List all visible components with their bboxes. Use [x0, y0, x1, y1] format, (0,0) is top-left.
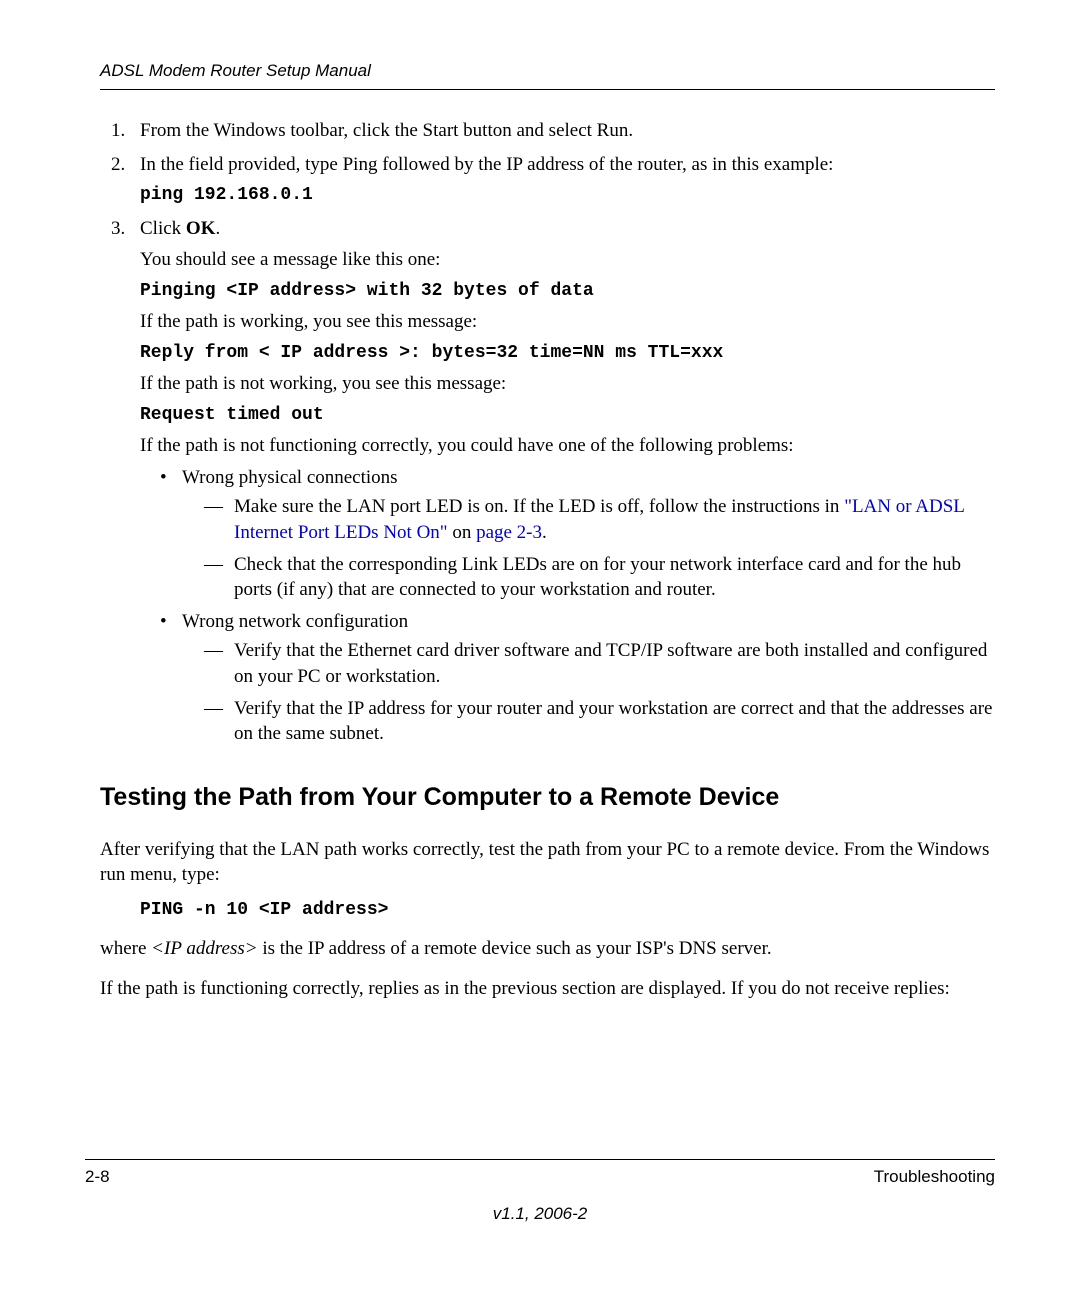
- page-header: ADSL Modem Router Setup Manual: [100, 60, 995, 90]
- timeout-output: Request timed out: [140, 403, 995, 427]
- footer-rule: [85, 1159, 995, 1160]
- para2-italic: <IP address>: [151, 938, 257, 959]
- ping-n-command: PING -n 10 <IP address>: [140, 898, 995, 922]
- page: ADSL Modem Router Setup Manual From the …: [0, 0, 1080, 1296]
- section-para1: After verifying that the LAN path works …: [100, 837, 995, 888]
- wrong-network-item: Wrong network configuration Verify that …: [160, 609, 995, 747]
- para2-suffix: is the IP address of a remote device suc…: [258, 938, 772, 959]
- wrong-physical-item: Wrong physical connections Make sure the…: [160, 465, 995, 603]
- click-suffix: .: [215, 218, 220, 239]
- list-item-3: Click OK. You should see a message like …: [130, 216, 995, 748]
- dash1-mid: on: [448, 522, 477, 543]
- dash-item-4: Verify that the IP address for your rout…: [204, 696, 995, 747]
- physical-sublist: Make sure the LAN port LED is on. If the…: [182, 494, 995, 603]
- footer-row: 2-8 Troubleshooting: [85, 1166, 995, 1189]
- footer-section-name: Troubleshooting: [874, 1166, 995, 1189]
- pinging-output: Pinging <IP address> with 32 bytes of da…: [140, 279, 995, 303]
- list-item-1: From the Windows toolbar, click the Star…: [130, 118, 995, 144]
- dash-item-3: Verify that the Ethernet card driver sof…: [204, 638, 995, 689]
- footer-page-number: 2-8: [85, 1166, 110, 1189]
- footer-version: v1.1, 2006-2: [85, 1203, 995, 1226]
- ping-command: ping 192.168.0.1: [140, 183, 995, 207]
- para2-prefix: where: [100, 938, 151, 959]
- problems-list: Wrong physical connections Make sure the…: [140, 465, 995, 747]
- network-sublist: Verify that the Ethernet card driver sof…: [182, 638, 995, 747]
- list-item-1-text: From the Windows toolbar, click the Star…: [140, 120, 633, 141]
- section-para2: where <IP address> is the IP address of …: [100, 936, 995, 962]
- path-working-text: If the path is working, you see this mes…: [140, 309, 995, 335]
- list-item-2: In the field provided, type Ping followe…: [130, 152, 995, 208]
- not-functioning-text: If the path is not functioning correctly…: [140, 433, 995, 459]
- reply-output: Reply from < IP address >: bytes=32 time…: [140, 341, 995, 365]
- dash2-text: Check that the corresponding Link LEDs a…: [234, 554, 961, 601]
- ok-bold: OK: [186, 218, 216, 239]
- dash4-text: Verify that the IP address for your rout…: [234, 698, 993, 745]
- page-link[interactable]: page 2-3: [476, 522, 542, 543]
- dash-item-2: Check that the corresponding Link LEDs a…: [204, 552, 995, 603]
- numbered-list: From the Windows toolbar, click the Star…: [100, 118, 995, 747]
- dash1-suffix: .: [542, 522, 547, 543]
- page-footer: 2-8 Troubleshooting v1.1, 2006-2: [85, 1159, 995, 1226]
- list-item-3-line: Click OK.: [140, 216, 995, 242]
- wrong-network-text: Wrong network configuration: [182, 611, 408, 632]
- header-title: ADSL Modem Router Setup Manual: [100, 61, 371, 80]
- list-item-2-text: In the field provided, type Ping followe…: [140, 152, 995, 178]
- path-not-working-text: If the path is not working, you see this…: [140, 371, 995, 397]
- section-para3: If the path is functioning correctly, re…: [100, 976, 995, 1002]
- dash3-text: Verify that the Ethernet card driver sof…: [234, 640, 987, 687]
- dash-item-1: Make sure the LAN port LED is on. If the…: [204, 494, 995, 545]
- result-block: You should see a message like this one: …: [140, 247, 995, 747]
- click-prefix: Click: [140, 218, 186, 239]
- you-should-text: You should see a message like this one:: [140, 247, 995, 273]
- wrong-physical-text: Wrong physical connections: [182, 467, 398, 488]
- dash1-prefix: Make sure the LAN port LED is on. If the…: [234, 496, 844, 517]
- section-heading: Testing the Path from Your Computer to a…: [100, 781, 995, 815]
